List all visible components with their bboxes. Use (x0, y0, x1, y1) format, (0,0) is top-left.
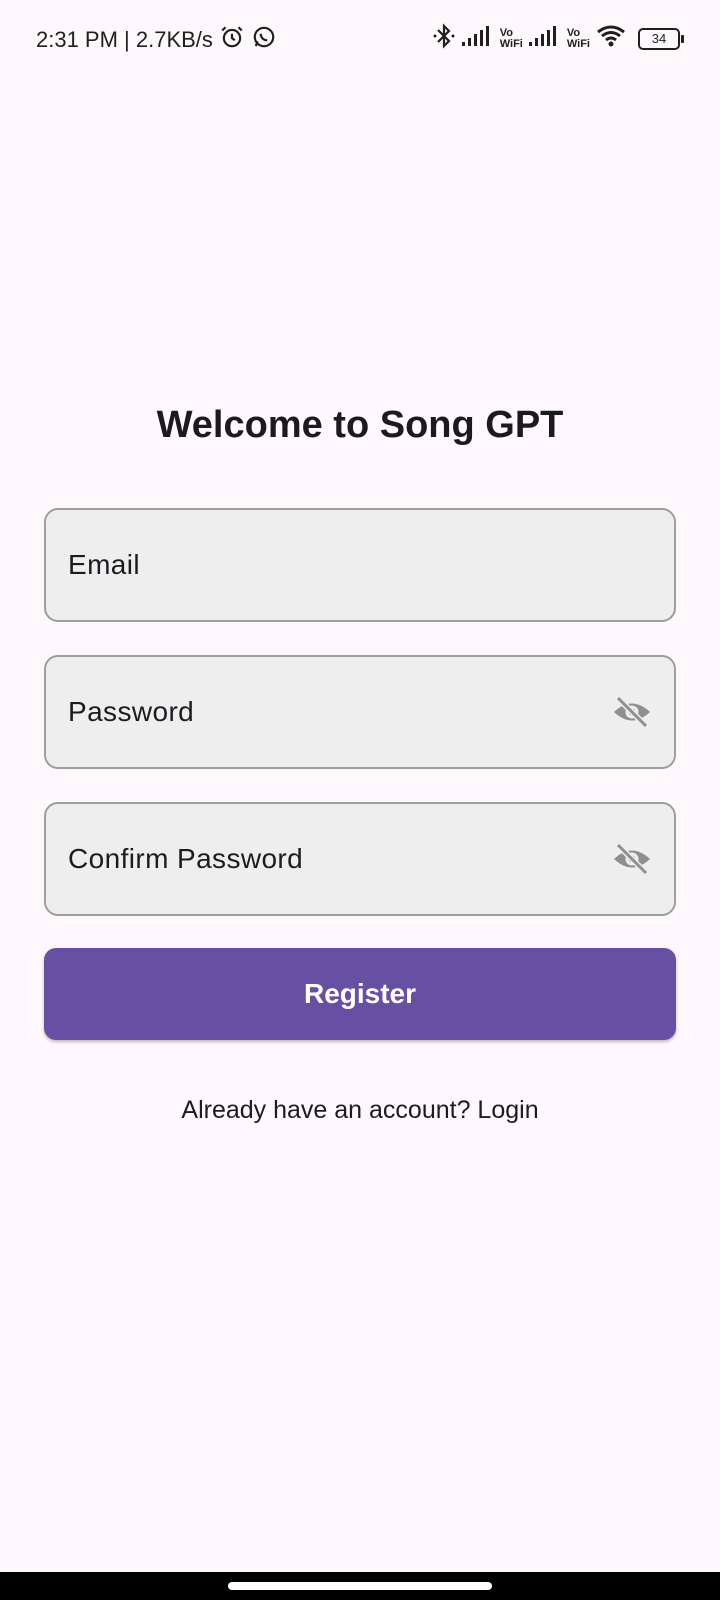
home-indicator[interactable] (228, 1582, 492, 1590)
status-time-speed: 2:31 PM | 2.7KB/s (36, 27, 213, 52)
whatsapp-icon (251, 24, 277, 56)
confirm-password-placeholder: Confirm Password (68, 843, 304, 874)
status-right: Vo WiFi Vo WiFi 34 (432, 22, 684, 55)
status-bar: 2:31 PM | 2.7KB/s Vo WiFi Vo WiFi 34 (0, 0, 720, 78)
battery-indicator: 34 (638, 27, 684, 50)
register-label: Register (303, 978, 417, 1009)
password-placeholder: Password (68, 696, 195, 727)
visibility-off-icon-2[interactable] (612, 842, 652, 876)
page-title: Welcome to Song GPT (156, 404, 564, 446)
vo-label-2: Vo (566, 26, 581, 39)
email-field[interactable]: Email (44, 508, 676, 622)
status-left: 2:31 PM | 2.7KB/s (36, 24, 277, 56)
signal-icon-2 (528, 25, 559, 52)
password-field[interactable]: Password (44, 655, 676, 769)
wifi-icon (596, 24, 626, 53)
bluetooth-icon (432, 22, 456, 55)
visibility-off-icon[interactable] (612, 695, 652, 729)
wifi-label: WiFi (499, 37, 523, 50)
email-placeholder: Email (68, 549, 141, 580)
navigation-bar (0, 1572, 720, 1600)
vowifi-indicator: Vo WiFi (499, 26, 523, 50)
login-link[interactable]: Already have an account? Login (0, 1096, 720, 1125)
vo-label: Vo (499, 26, 513, 39)
alarm-icon (219, 24, 245, 56)
signal-icon (461, 25, 492, 52)
register-button[interactable]: Register (44, 948, 676, 1040)
confirm-password-field[interactable]: Confirm Password (44, 802, 676, 916)
wifi-label-2: WiFi (566, 37, 590, 50)
vowifi-indicator-2: Vo WiFi (566, 26, 590, 50)
